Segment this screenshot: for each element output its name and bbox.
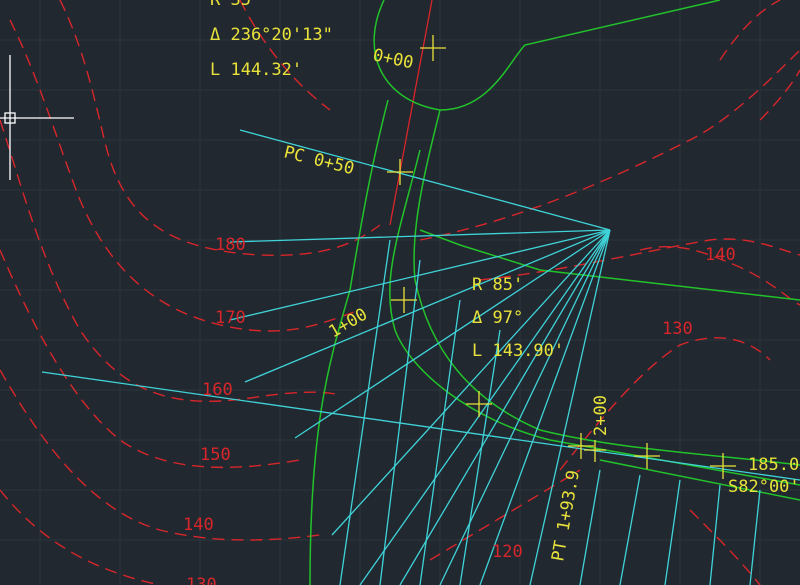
station-2-label: 2+00 [591,395,611,436]
contour-label-160: 160 [202,380,233,400]
contour-label-140-right: 140 [705,245,736,265]
cul-de-sac [373,0,721,111]
curve-top-radius: R 35' [210,0,261,10]
station-mark [387,159,413,185]
segment-bearing: S82°00'0 [728,477,800,497]
contour-label-180: 180 [215,235,246,255]
drawing-canvas[interactable]: R 35' Δ 236°20'13" L 144.32' R 85' Δ 97°… [0,0,800,585]
contour-label-170: 170 [215,308,246,328]
station-0-label: 0+00 [371,45,415,73]
contour-line [9,19,361,332]
contour-line [719,0,781,61]
contour-label-130-left: 130 [186,575,217,585]
station-mark [420,35,446,61]
contour-line [759,69,800,121]
crosshair-cursor[interactable] [0,55,74,180]
station-mark [391,287,417,313]
station-mark [466,391,492,417]
contour-line [239,0,331,111]
red-centerline [389,0,433,226]
contour-label-120: 120 [492,542,523,562]
contour-label-130-right: 130 [662,319,693,339]
station-markers[interactable] [387,35,736,479]
contour-line [689,509,761,585]
station-1-label: 1+00 [326,305,371,343]
contour-line [0,489,161,585]
curve-top-delta: Δ 236°20'13" [210,25,333,45]
curve-mid-delta: Δ 97° [472,308,523,328]
station-mark [584,440,606,462]
segment-distance: 185.0 [748,455,799,475]
construction-lines [41,129,800,585]
contour-line [419,49,800,241]
curve-mid-radius: R 85' [472,275,523,295]
curve-top-length: L 144.32' [210,60,302,80]
grid [0,0,800,585]
contour-label-140-left: 140 [183,515,214,535]
curve-mid-length: L 143.90' [472,341,564,361]
pc-station-label: PC 0+50 [282,142,356,179]
road-alignment[interactable] [309,0,800,585]
contour-line [0,249,301,469]
contour-label-150: 150 [200,445,231,465]
